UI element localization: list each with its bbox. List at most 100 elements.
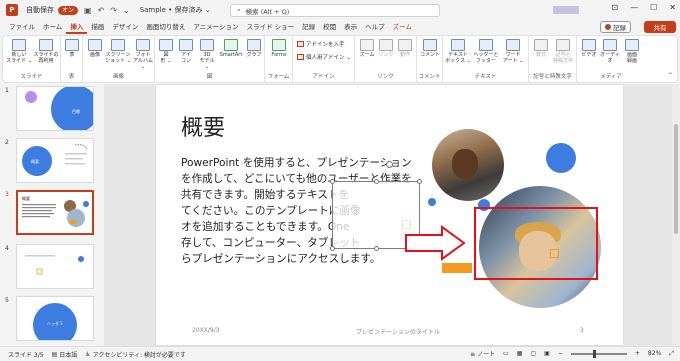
vertical-scrollbar[interactable] — [672, 84, 680, 346]
tab-file[interactable]: ファイル — [5, 20, 39, 34]
thumbnail-2[interactable]: 2 概要 — [0, 138, 100, 186]
scroll-thumb[interactable] — [674, 124, 678, 234]
autosave-toggle[interactable]: オン — [58, 5, 79, 15]
tab-help[interactable]: ヘルプ — [361, 20, 389, 34]
accessibility-indicator[interactable]: ♿ アクセシビリティ: 検討が必要です — [85, 350, 186, 359]
undo-icon[interactable]: ↶ — [98, 6, 105, 15]
ribbon-display-icon[interactable]: ⊡ — [611, 3, 618, 12]
my-addins-button[interactable]: 個人用アドイン ⌄ — [297, 53, 351, 61]
tab-design[interactable]: デザイン — [108, 20, 142, 34]
icons-button[interactable]: アイ コン — [177, 39, 195, 64]
resize-handle[interactable] — [417, 179, 422, 184]
video-button[interactable]: ビデオ — [579, 39, 599, 58]
screenshot-button[interactable]: スクリーン ショット ⌄ — [105, 39, 131, 64]
ribbon: 新しい スライド ⌄ スライドの 再利用 スライド 表 表 画像 スクリーン シ… — [2, 35, 678, 83]
normal-view-icon[interactable]: ▭ — [503, 350, 509, 357]
close-icon[interactable]: ✕ — [669, 3, 676, 12]
photo-album-label: フォト アルバム ⌄ — [133, 52, 153, 70]
chart-button[interactable]: グラフ — [245, 39, 263, 58]
thumbnail-slide[interactable] — [16, 244, 94, 289]
notes-label: ノート — [477, 351, 496, 358]
group-table: 表 表 — [61, 36, 83, 82]
user-avatar[interactable] — [553, 6, 579, 14]
decor-blue-dot-small — [428, 198, 436, 206]
slide-title[interactable]: 概要 — [181, 110, 225, 142]
minimize-icon[interactable]: — — [630, 3, 638, 12]
forms-button[interactable]: Forms — [268, 39, 290, 58]
slide-sorter-icon[interactable]: ▦ — [517, 350, 523, 357]
photo-boy-back[interactable] — [432, 129, 504, 201]
symbol-button[interactable]: 記号と 特殊文字 — [551, 39, 575, 64]
tab-review[interactable]: 校閲 — [319, 20, 340, 34]
thumbnail-1[interactable]: 1 目標 — [0, 86, 100, 134]
shapes-button[interactable]: 図 形 ⌄ — [157, 39, 175, 64]
resize-handle[interactable] — [330, 246, 335, 251]
action-button[interactable]: 動作 — [396, 39, 414, 58]
group-addins: アドインを入手 個人用アドイン ⌄ アドイン — [293, 36, 355, 82]
reading-view-icon[interactable]: ▢ — [530, 350, 536, 357]
tab-draw[interactable]: 描画 — [87, 20, 108, 34]
thumbnail-4[interactable]: 4 — [0, 244, 100, 292]
fit-to-window-icon[interactable]: ⤢ — [669, 350, 674, 358]
tab-animations[interactable]: アニメーション — [189, 20, 242, 34]
new-slide-button[interactable]: 新しい スライド ⌄ — [6, 39, 32, 64]
smartart-button[interactable]: SmartArt — [218, 39, 244, 58]
screen-recording-button[interactable]: 画面 録画 — [622, 39, 642, 64]
thumbnail-3[interactable]: 3 概要 — [0, 190, 100, 238]
audio-button[interactable]: オーディ オ — [599, 39, 621, 64]
textbox-button[interactable]: テキスト ボックス ⌄ — [445, 39, 471, 64]
resize-handle[interactable] — [374, 246, 379, 251]
resize-handle[interactable] — [330, 179, 335, 184]
slide-page-number: 3 — [580, 327, 584, 334]
thumbnail-4-art — [25, 255, 84, 275]
tab-transitions[interactable]: 画面切り替え — [142, 20, 189, 34]
thumbnail-slide[interactable]: 概要 — [16, 138, 94, 183]
thumbnail-slide[interactable]: 目標 — [16, 86, 94, 131]
tab-view[interactable]: 表示 — [340, 20, 361, 34]
tab-home[interactable]: ホーム — [39, 20, 66, 34]
photo-album-button[interactable]: フォト アルバム ⌄ — [131, 39, 155, 70]
3d-models-button[interactable]: 3D モデル ⌄ — [197, 39, 217, 70]
thumbnail-5[interactable]: 5 ヘッダ 1 — [0, 296, 100, 344]
tab-zoom[interactable]: ズーム — [389, 20, 416, 34]
document-title[interactable]: Sample • 保存済み ⌄ — [140, 5, 211, 15]
tab-record[interactable]: 記録 — [298, 20, 319, 34]
resize-handle[interactable] — [374, 179, 379, 184]
slide-canvas[interactable]: 概要 PowerPoint を使用すると、プレゼンテーション を作成して、どこに… — [156, 85, 623, 345]
record-button[interactable]: 記録 — [600, 21, 631, 33]
group-label-comments: コメント — [418, 74, 441, 80]
table-button[interactable]: 表 — [64, 39, 80, 58]
picture-button[interactable]: 画像 — [85, 39, 105, 58]
notes-button[interactable]: ≡ ノート — [470, 349, 495, 358]
reuse-slide-button[interactable]: スライドの 再利用 — [32, 39, 60, 64]
zoom-slider[interactable] — [570, 349, 627, 358]
thumbnail-slide[interactable]: ヘッダ 1 — [16, 296, 94, 341]
thumbnail-slide-selected[interactable]: 概要 — [16, 190, 94, 235]
search-box[interactable]: ⌕ 検索 (Alt + Q) — [230, 4, 440, 17]
get-addins-button[interactable]: アドインを入手 — [297, 40, 345, 48]
customize-toolbar-icon[interactable]: ⌄ — [123, 6, 130, 15]
wordart-button[interactable]: ワード アート ⌄ — [501, 39, 525, 64]
redo-icon[interactable]: ↷ — [110, 6, 117, 15]
screenshot-icon — [111, 39, 125, 51]
collapse-ribbon-icon[interactable]: ⌃ — [668, 72, 673, 79]
maximize-icon[interactable]: ☐ — [650, 3, 657, 12]
slideshow-icon[interactable]: ▣ — [544, 350, 550, 357]
zoom-out-icon[interactable]: − — [558, 350, 563, 357]
rotate-handle-icon[interactable] — [386, 161, 393, 168]
link-button[interactable]: リンク — [377, 39, 395, 58]
tab-insert[interactable]: 挿入 — [66, 20, 88, 34]
zoom-button[interactable]: ズーム — [357, 39, 377, 58]
zoom-level[interactable]: 82% — [648, 350, 661, 357]
share-button[interactable]: 共有 — [644, 21, 676, 33]
language-indicator[interactable]: ▤ 日本語 — [52, 350, 78, 359]
equation-button[interactable]: 数式 — [531, 39, 551, 58]
zoom-in-icon[interactable]: + — [635, 350, 640, 357]
comment-button[interactable]: コメント — [420, 39, 440, 58]
header-footer-button[interactable]: ヘッダーと フッター — [472, 39, 500, 64]
link-icon — [379, 39, 393, 51]
thumbnail-number: 2 — [5, 139, 9, 146]
save-icon[interactable]: ▣ — [84, 6, 92, 15]
tab-slideshow[interactable]: スライド ショー — [243, 20, 299, 34]
zoom-slider-knob[interactable] — [592, 349, 596, 358]
